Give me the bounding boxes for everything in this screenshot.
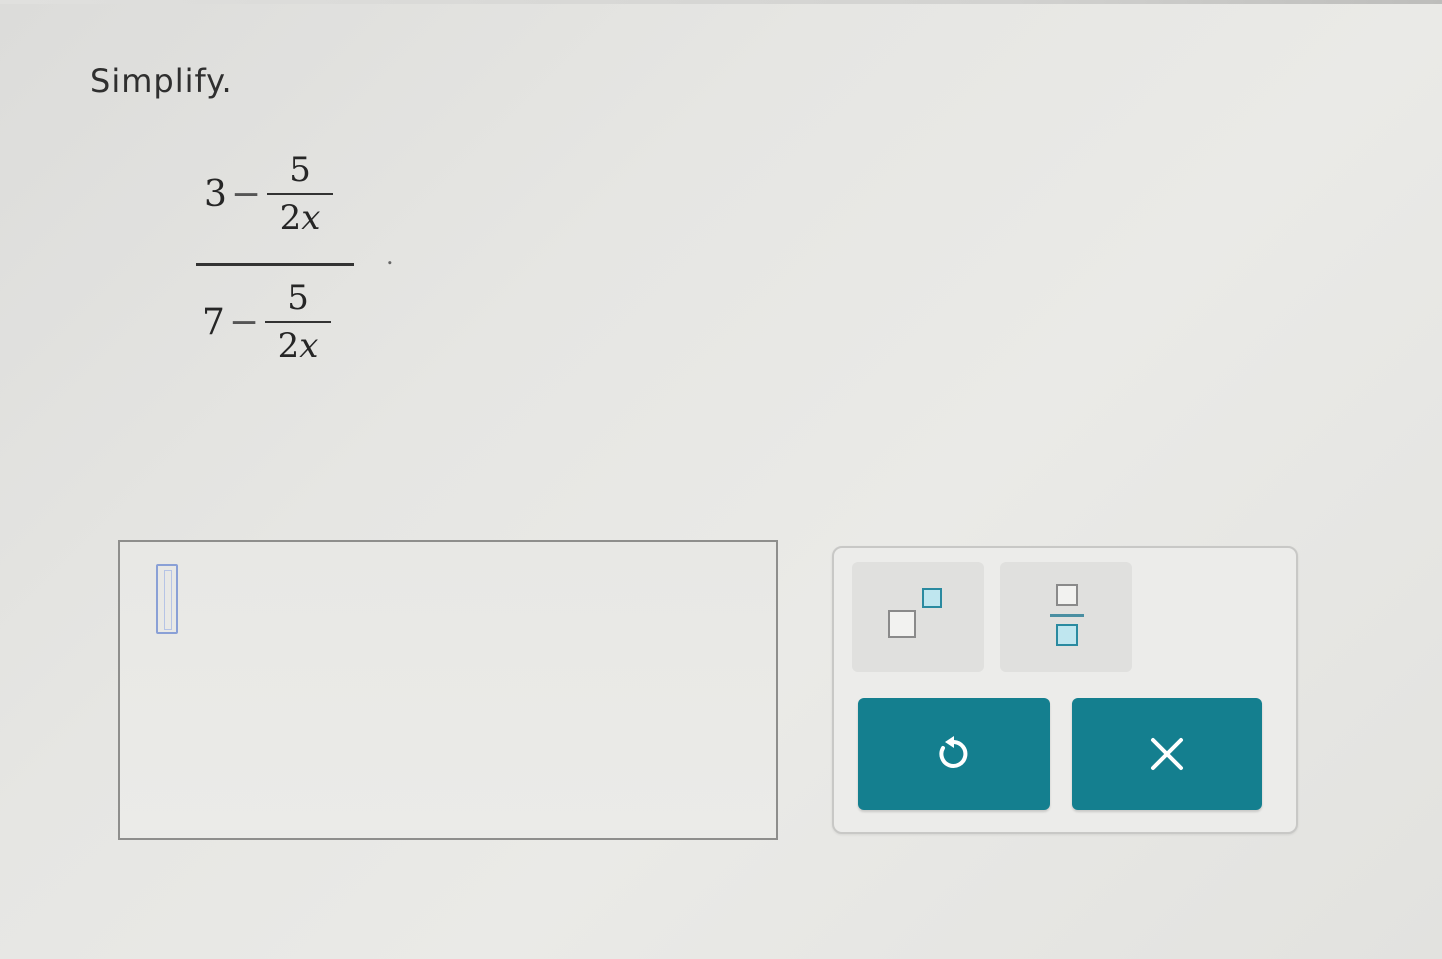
exponent-button[interactable] <box>852 562 984 672</box>
top-strip <box>0 0 1442 4</box>
expression-period: . <box>386 242 394 270</box>
exponent-superscript-slot <box>922 588 942 608</box>
answer-cursor-slot[interactable] <box>156 564 178 634</box>
undo-button[interactable] <box>858 698 1050 810</box>
fraction-button[interactable] <box>1000 562 1132 672</box>
denominator-fraction-bar <box>265 321 332 323</box>
clear-button[interactable] <box>1072 698 1262 810</box>
numerator-whole: 3 <box>204 173 227 215</box>
fraction-template-bottom-slot <box>1056 624 1078 646</box>
denominator-operator: − <box>228 301 260 343</box>
close-icon <box>1151 738 1183 770</box>
denominator-fraction-coeff: 2 <box>277 326 300 366</box>
denominator-fraction-top: 5 <box>287 278 309 318</box>
numerator-fraction: 5 2x <box>267 150 334 238</box>
main-fraction-bar <box>196 263 354 266</box>
math-keypad <box>832 546 1298 834</box>
numerator-fraction-coeff: 2 <box>279 198 302 238</box>
denominator-fraction: 5 2x <box>265 278 332 366</box>
fraction-template-icon <box>1056 584 1078 606</box>
exponent-template-icon <box>888 610 916 638</box>
denominator-fraction-var: x <box>299 326 319 366</box>
expression-numerator: 3 − 5 2x <box>204 150 334 238</box>
expression-denominator: 7 − 5 2x <box>202 278 332 366</box>
numerator-fraction-bottom: 2x <box>280 198 321 238</box>
denominator-fraction-bottom: 2x <box>278 326 319 366</box>
undo-icon <box>939 736 968 768</box>
answer-input[interactable] <box>118 540 778 840</box>
numerator-fraction-var: x <box>301 198 321 238</box>
numerator-fraction-bar <box>267 193 334 195</box>
numerator-operator: − <box>230 173 262 215</box>
question-prompt: Simplify. <box>90 62 233 100</box>
denominator-whole: 7 <box>202 301 225 343</box>
fraction-template-bar <box>1050 614 1084 617</box>
numerator-fraction-top: 5 <box>289 150 311 190</box>
